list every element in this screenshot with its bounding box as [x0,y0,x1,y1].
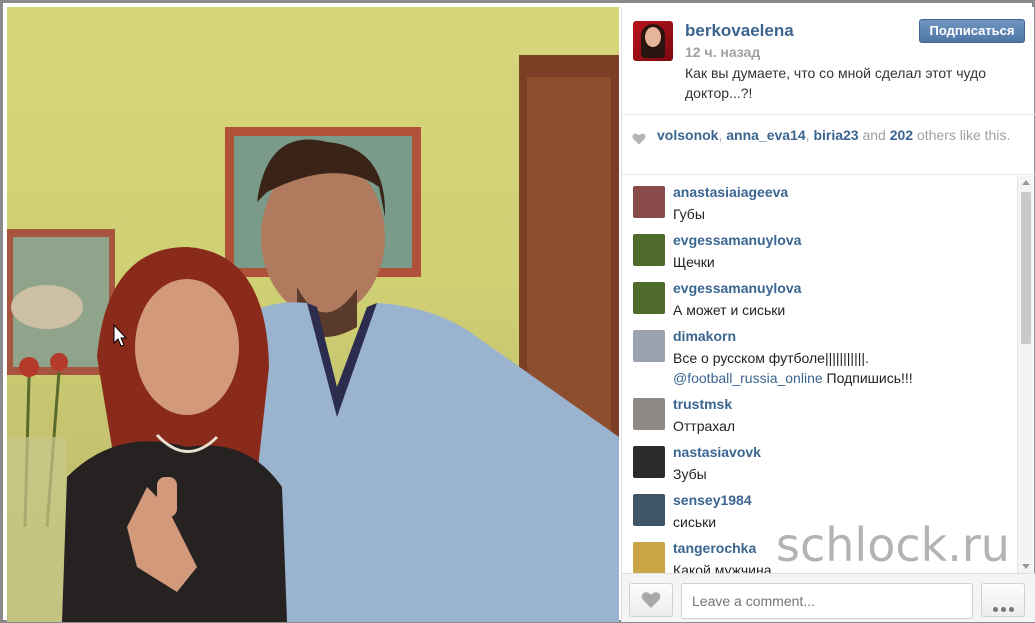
commenter-avatar[interactable] [633,234,665,266]
comment-text: Губы [673,206,705,222]
post-header: berkovaelena 12 ч. назад Как вы думаете,… [622,7,1035,115]
commenter-username[interactable]: dimakorn [673,328,736,344]
post-timestamp: 12 ч. назад [685,44,761,60]
owner-username[interactable]: berkovaelena [685,21,794,41]
comment-item: evgessamanuylova А может и сиськи [622,272,1016,320]
photo-illustration [7,55,619,622]
commenter-username[interactable]: evgessamanuylova [673,232,801,248]
heart-icon [632,133,646,145]
post-caption: Как вы думаете, что со мной сделал этот … [685,65,986,101]
comment-item: anastasiaiageeva Губы [622,176,1016,224]
commenter-avatar[interactable] [633,186,665,218]
likes-text: volsonok, anna_eva14, biria23 and 202 ot… [657,127,1011,143]
more-dots-icon [993,599,1017,617]
comment-item: trustmsk Оттрахал [622,388,1016,436]
heart-icon [641,592,661,608]
scroll-up-arrow-icon[interactable] [1022,180,1030,185]
commenter-avatar[interactable] [633,398,665,430]
comment-item: nastasiavovk Зубы [622,436,1016,484]
liker-username[interactable]: biria23 [813,127,858,143]
follow-button[interactable]: Подписаться [919,19,1025,43]
comment-item: evgessamanuylova Щечки [622,224,1016,272]
liker-username[interactable]: anna_eva14 [726,127,805,143]
comments-list[interactable]: anastasiaiageeva Губы evgessamanuylova Щ… [622,176,1016,573]
commenter-username[interactable]: nastasiavovk [673,444,761,460]
commenter-avatar[interactable] [633,542,665,573]
commenter-avatar[interactable] [633,330,665,362]
commenter-avatar[interactable] [633,282,665,314]
comment-text: Зубы [673,466,707,482]
owner-avatar[interactable] [633,21,673,61]
comments-scrollbar[interactable] [1017,176,1033,573]
comment-text: Все о русском футболе|||||||||||. @footb… [673,350,913,386]
scrollbar-thumb[interactable] [1021,192,1031,344]
liker-username[interactable]: volsonok [657,127,718,143]
comment-text: Оттрахал [673,418,736,434]
commenter-username[interactable]: sensey1984 [673,492,752,508]
likes-section: volsonok, anna_eva14, biria23 and 202 ot… [622,115,1035,175]
comment-hashtag-link[interactable]: @football_russia_online [673,370,823,386]
likes-count[interactable]: 202 [890,127,913,143]
commenter-avatar[interactable] [633,446,665,478]
comment-text: А может и сиськи [673,302,786,318]
watermark-text: schlock.ru [776,518,1010,572]
comment-input[interactable] [681,583,973,619]
like-button[interactable] [629,583,673,617]
commenter-username[interactable]: evgessamanuylova [673,280,801,296]
comment-item: dimakorn Все о русском футболе||||||||||… [622,320,1016,388]
post-photo[interactable] [7,7,619,622]
more-options-button[interactable] [981,583,1025,617]
comment-footer [622,573,1035,622]
commenter-avatar[interactable] [633,494,665,526]
commenter-username[interactable]: anastasiaiageeva [673,184,788,200]
comment-text: Щечки [673,254,715,270]
scroll-down-arrow-icon[interactable] [1022,564,1030,569]
commenter-username[interactable]: tangerochka [673,540,756,556]
commenter-username[interactable]: trustmsk [673,396,732,412]
instagram-post-window: berkovaelena 12 ч. назад Как вы думаете,… [0,0,1035,623]
